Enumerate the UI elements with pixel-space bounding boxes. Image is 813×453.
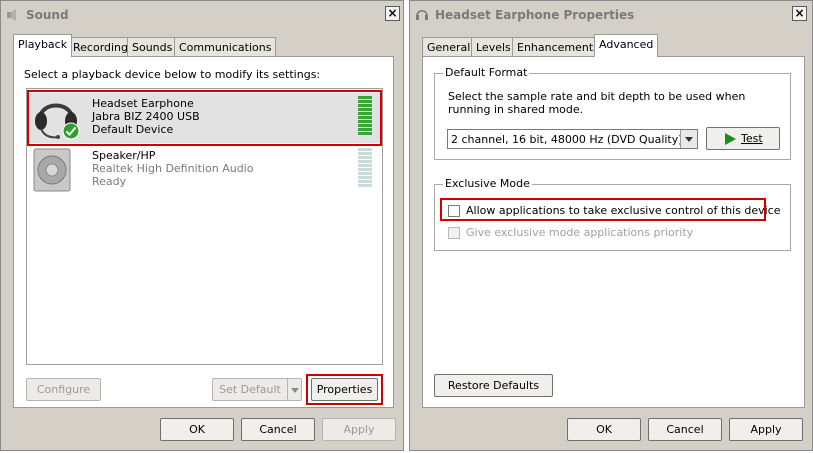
properties-ok-button[interactable]: OK <box>567 418 641 441</box>
sample-format-value: 2 channel, 16 bit, 48000 Hz (DVD Quality… <box>451 133 683 146</box>
test-label: Test <box>741 132 763 145</box>
device-item-speaker[interactable]: Speaker/HP Realtek High Definition Audio… <box>28 145 381 195</box>
device-name: Speaker/HP <box>92 149 156 162</box>
level-bar <box>358 152 372 155</box>
headset-app-icon <box>416 9 428 20</box>
tab-communications[interactable]: Communications <box>174 37 277 57</box>
device-description: Jabra BIZ 2400 USB <box>92 110 200 123</box>
properties-button[interactable]: Properties <box>311 378 378 401</box>
sound-close-button[interactable]: × <box>385 6 400 21</box>
device-list: Headset Earphone Jabra BIZ 2400 USB Defa… <box>26 88 383 365</box>
level-bar <box>358 124 372 127</box>
tab-recording[interactable]: Recording <box>68 37 134 57</box>
test-button[interactable]: Test <box>706 127 780 150</box>
sample-format-select[interactable]: 2 channel, 16 bit, 48000 Hz (DVD Quality… <box>447 129 698 149</box>
level-bar <box>358 128 372 131</box>
properties-cancel-button[interactable]: Cancel <box>648 418 722 441</box>
sound-ok-button[interactable]: OK <box>160 418 234 441</box>
tab-enhancements[interactable]: Enhancements <box>512 37 604 57</box>
playback-instruction: Select a playback device below to modify… <box>24 68 321 81</box>
priority-checkbox[interactable] <box>448 227 460 239</box>
level-bar <box>358 156 372 159</box>
select-dropdown-button[interactable] <box>680 130 697 148</box>
device-status: Ready <box>92 175 127 188</box>
sound-titlebar[interactable]: Sound × <box>2 2 402 28</box>
configure-button[interactable]: Configure <box>26 378 101 401</box>
level-bar <box>358 116 372 119</box>
default-format-description: Select the sample rate and bit depth to … <box>448 90 746 116</box>
level-bar <box>358 168 372 171</box>
level-bar <box>358 96 372 99</box>
level-meter-speaker <box>358 148 372 188</box>
level-bar <box>358 184 372 187</box>
level-bar <box>358 104 372 107</box>
level-bar <box>358 120 372 123</box>
default-check-icon <box>62 122 80 140</box>
exclusive-mode-legend: Exclusive Mode <box>443 177 532 190</box>
priority-label: Give exclusive mode applications priorit… <box>466 226 694 239</box>
set-default-button[interactable]: Set Default <box>212 378 288 401</box>
device-text-headset: Headset Earphone Jabra BIZ 2400 USB Defa… <box>92 97 200 136</box>
level-bar <box>358 164 372 167</box>
chevron-down-icon <box>290 388 299 393</box>
properties-apply-button[interactable]: Apply <box>729 418 803 441</box>
set-default-dropdown-button[interactable] <box>287 378 302 401</box>
properties-close-button[interactable]: × <box>792 6 807 21</box>
sound-cancel-button[interactable]: Cancel <box>241 418 315 441</box>
level-bar <box>358 112 372 115</box>
allow-exclusive-checkbox[interactable] <box>448 205 460 217</box>
level-bar <box>358 100 372 103</box>
advanced-panel: Default Format Select the sample rate an… <box>422 56 805 408</box>
chevron-down-icon <box>685 137 693 142</box>
exclusive-mode-group: Exclusive Mode Allow applications to tak… <box>434 177 791 251</box>
level-bar <box>358 108 372 111</box>
properties-titlebar[interactable]: Headset Earphone Properties × <box>411 2 811 28</box>
sound-apply-button[interactable]: Apply <box>322 418 396 441</box>
playback-panel: Select a playback device below to modify… <box>13 56 394 408</box>
level-bar <box>358 160 372 163</box>
properties-window: Headset Earphone Properties × General Le… <box>409 0 813 451</box>
device-text-speaker: Speaker/HP Realtek High Definition Audio… <box>92 149 253 188</box>
default-format-legend: Default Format <box>443 66 530 79</box>
tab-sounds[interactable]: Sounds <box>127 37 178 57</box>
properties-window-title: Headset Earphone Properties <box>435 8 635 22</box>
device-description: Realtek High Definition Audio <box>92 162 254 175</box>
device-item-headset[interactable]: Headset Earphone Jabra BIZ 2400 USB Defa… <box>28 93 381 143</box>
level-bar <box>358 172 372 175</box>
speaker-icon <box>33 148 71 192</box>
device-status: Default Device <box>92 123 174 136</box>
speaker-app-icon <box>7 9 16 21</box>
sound-window-title: Sound <box>26 8 69 22</box>
restore-defaults-label: Restore Defaults <box>447 379 540 392</box>
tab-advanced[interactable]: Advanced <box>594 34 659 57</box>
level-bar <box>358 176 372 179</box>
allow-exclusive-label[interactable]: Allow applications to take exclusive con… <box>466 204 781 217</box>
level-bar <box>358 132 372 135</box>
play-icon <box>725 133 736 145</box>
tab-playback[interactable]: Playback <box>13 34 73 57</box>
tab-general[interactable]: General <box>422 37 476 57</box>
default-format-group: Default Format Select the sample rate an… <box>434 66 791 160</box>
tab-levels[interactable]: Levels <box>471 37 516 57</box>
device-name: Headset Earphone <box>92 97 194 110</box>
sound-window: Sound × Playback Recording Sounds Commun… <box>0 0 404 451</box>
restore-defaults-button[interactable]: Restore Defaults <box>434 374 553 397</box>
level-bar <box>358 148 372 151</box>
level-bar <box>358 180 372 183</box>
level-meter-headset <box>358 96 372 136</box>
